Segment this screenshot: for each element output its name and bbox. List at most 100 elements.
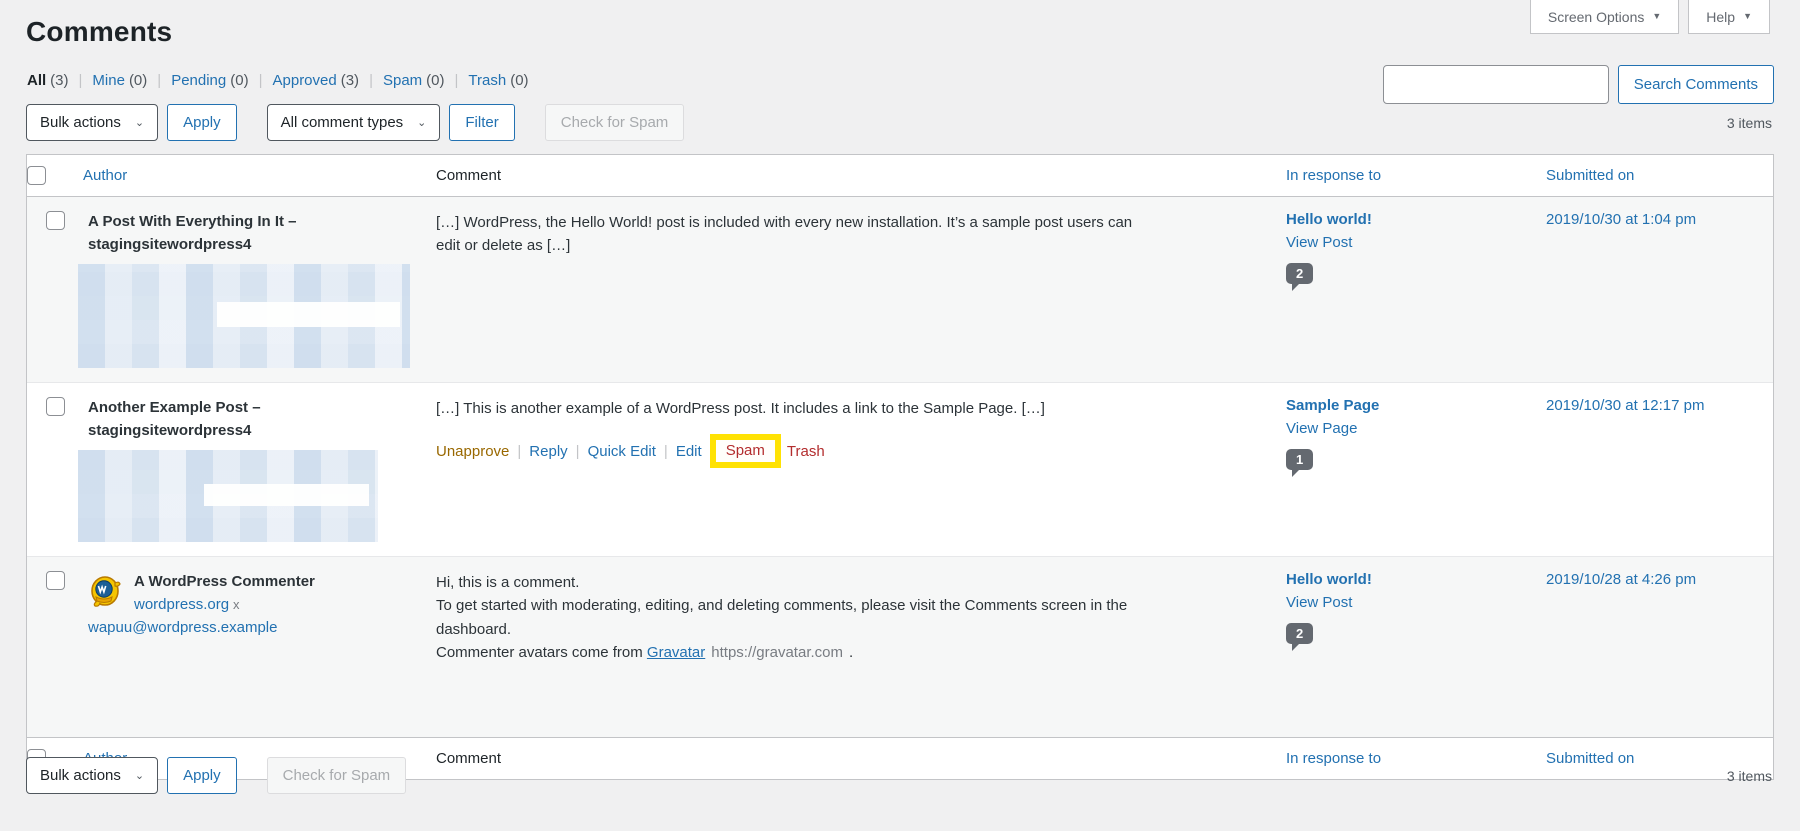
filter-pending: Pending(0) xyxy=(147,72,248,89)
comment-count: 2 xyxy=(1296,626,1303,641)
submitted-date-link[interactable]: 2019/10/30 at 12:17 pm xyxy=(1546,397,1704,414)
filter-count: (0) xyxy=(426,72,444,89)
comments-admin-page: Screen Options ▼ Help ▼ Comments All(3) … xyxy=(0,0,1800,831)
response-post-link[interactable]: Hello world! xyxy=(1286,571,1536,588)
gravatar-text-suffix: . xyxy=(849,644,853,661)
sort-submitted-link[interactable]: Submitted on xyxy=(1546,167,1634,184)
comment-excerpt: […] WordPress, the Hello World! post is … xyxy=(436,211,1136,258)
edit-link[interactable]: Edit xyxy=(676,443,702,460)
submitted-cell: 2019/10/28 at 4:26 pm xyxy=(1546,557,1771,737)
screen-meta-tabs: Screen Options ▼ Help ▼ xyxy=(1530,0,1770,34)
bulk-actions-select[interactable]: Bulk actions ⌄ xyxy=(26,757,158,794)
gravatar-link[interactable]: Gravatar xyxy=(647,644,705,661)
help-button[interactable]: Help ▼ xyxy=(1688,0,1770,34)
commenter-email-link[interactable]: wapuu@wordpress.example xyxy=(88,619,278,636)
remove-url-x[interactable]: x xyxy=(233,597,240,612)
header-submitted-cell: Submitted on xyxy=(1546,155,1771,196)
filter-approved: Approved(3) xyxy=(249,72,359,89)
author-post-title: A Post With Everything In It – stagingsi… xyxy=(88,211,388,256)
bulk-actions-label: Bulk actions xyxy=(40,114,121,131)
filter-approved-link[interactable]: Approved(3) xyxy=(273,72,360,89)
sort-in-response-link[interactable]: In response to xyxy=(1286,167,1381,184)
in-response-cell: Sample Page View Page 1 xyxy=(1286,383,1546,556)
filter-mine-link[interactable]: Mine(0) xyxy=(92,72,147,89)
trash-link[interactable]: Trash xyxy=(787,443,825,460)
view-page-link[interactable]: View Page xyxy=(1286,420,1536,437)
filter-count: (3) xyxy=(341,72,359,89)
row-checkbox[interactable] xyxy=(46,397,65,416)
reply-link[interactable]: Reply xyxy=(529,443,587,460)
redacted-author-info xyxy=(78,450,378,542)
filter-button[interactable]: Filter xyxy=(449,104,514,141)
header-response-cell: In response to xyxy=(1286,155,1546,196)
quick-edit-link[interactable]: Quick Edit xyxy=(588,443,676,460)
row-checkbox-cell xyxy=(27,383,83,556)
comment-line: Hi, this is a comment. xyxy=(436,571,1136,594)
comment-row-3: A WordPress Commenter wordpress.org x wap… xyxy=(27,557,1773,737)
spam-link[interactable]: Spam xyxy=(726,442,765,459)
chevron-down-icon: ⌄ xyxy=(135,116,144,129)
response-page-link[interactable]: Sample Page xyxy=(1286,397,1536,414)
status-filter-list: All(3) Mine(0) Pending(0) Approved(3) Sp… xyxy=(27,72,529,89)
comment-row-actions: Unapprove Reply Quick Edit Edit Spam Tra… xyxy=(436,434,1276,468)
items-count: 3 items xyxy=(1727,768,1772,784)
view-post-link[interactable]: View Post xyxy=(1286,594,1536,611)
filter-pending-link[interactable]: Pending(0) xyxy=(171,72,248,89)
bulk-actions-select[interactable]: Bulk actions ⌄ xyxy=(26,104,158,141)
response-post-link[interactable]: Hello world! xyxy=(1286,211,1536,228)
filter-spam-link[interactable]: Spam(0) xyxy=(383,72,445,89)
submitted-date-link[interactable]: 2019/10/30 at 1:04 pm xyxy=(1546,211,1696,228)
header-author-cell: Author xyxy=(83,155,436,196)
wapuu-avatar xyxy=(88,573,122,607)
table-header-row: Author Comment In response to Submitted … xyxy=(27,155,1773,197)
comment-excerpt: […] This is another example of a WordPre… xyxy=(436,397,1136,420)
filter-label: Pending xyxy=(171,72,226,89)
filter-trash: Trash(0) xyxy=(445,72,529,89)
chevron-down-icon: ⌄ xyxy=(417,116,426,129)
items-count: 3 items xyxy=(1727,115,1772,131)
comment-row-1: A Post With Everything In It – stagingsi… xyxy=(27,197,1773,383)
comment-column-label: Comment xyxy=(436,167,501,184)
filter-count: (3) xyxy=(50,72,68,89)
row-checkbox[interactable] xyxy=(46,211,65,230)
chevron-down-icon: ⌄ xyxy=(135,769,144,782)
commenter-name: A WordPress Commenter xyxy=(88,571,426,594)
submitted-cell: 2019/10/30 at 1:04 pm xyxy=(1546,197,1771,382)
sort-author-link[interactable]: Author xyxy=(83,167,127,184)
search-comments-input[interactable] xyxy=(1383,65,1609,104)
commenter-email-line: wapuu@wordpress.example xyxy=(88,616,426,640)
row-checkbox-cell xyxy=(27,557,83,737)
filter-trash-link[interactable]: Trash(0) xyxy=(468,72,528,89)
filter-count: (0) xyxy=(510,72,528,89)
check-for-spam-button[interactable]: Check for Spam xyxy=(545,104,685,141)
comment-count-bubble[interactable]: 2 xyxy=(1286,263,1313,284)
unapprove-link[interactable]: Unapprove xyxy=(436,443,529,460)
select-all-checkbox[interactable] xyxy=(27,166,46,185)
submitted-date-link[interactable]: 2019/10/28 at 4:26 pm xyxy=(1546,571,1696,588)
filter-label: Trash xyxy=(468,72,506,89)
comment-type-select[interactable]: All comment types ⌄ xyxy=(267,104,441,141)
author-cell: Another Example Post – stagingsitewordpr… xyxy=(83,383,436,556)
comment-count-bubble[interactable]: 2 xyxy=(1286,623,1313,644)
comments-table: Author Comment In response to Submitted … xyxy=(26,154,1774,780)
row-checkbox-cell xyxy=(27,197,83,382)
bulk-actions-label: Bulk actions xyxy=(40,767,121,784)
comment-line: To get started with moderating, editing,… xyxy=(436,594,1136,641)
view-post-link[interactable]: View Post xyxy=(1286,234,1536,251)
author-post-title: Another Example Post – stagingsitewordpr… xyxy=(88,397,388,442)
spam-link-highlight: Spam xyxy=(710,434,781,468)
gravatar-url: https://gravatar.com xyxy=(711,644,843,661)
comment-count: 2 xyxy=(1296,266,1303,281)
commenter-site-link[interactable]: wordpress.org xyxy=(134,596,229,613)
filter-all-link[interactable]: All(3) xyxy=(27,72,69,89)
check-for-spam-button[interactable]: Check for Spam xyxy=(267,757,407,794)
apply-button[interactable]: Apply xyxy=(167,757,237,794)
help-label: Help xyxy=(1706,9,1735,25)
comment-count-bubble[interactable]: 1 xyxy=(1286,449,1313,470)
screen-options-button[interactable]: Screen Options ▼ xyxy=(1530,0,1679,34)
row-checkbox[interactable] xyxy=(46,571,65,590)
comment-type-label: All comment types xyxy=(281,114,404,131)
page-title: Comments xyxy=(26,16,172,48)
apply-button[interactable]: Apply xyxy=(167,104,237,141)
search-comments-button[interactable]: Search Comments xyxy=(1618,65,1774,104)
